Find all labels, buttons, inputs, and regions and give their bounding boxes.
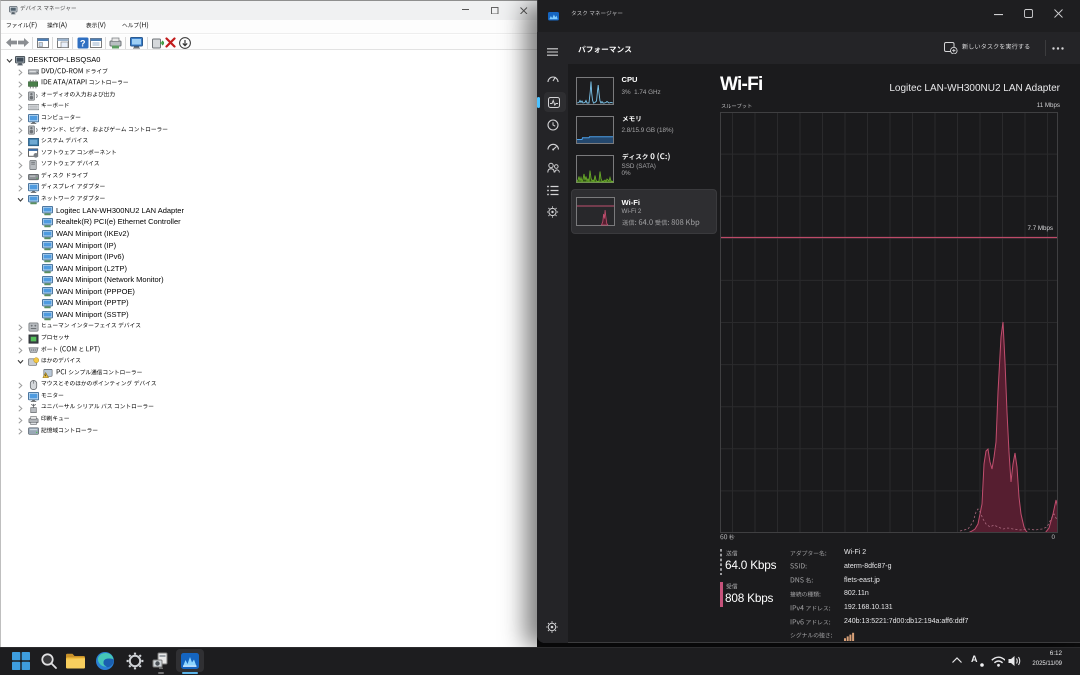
svg-text:?: ? bbox=[80, 38, 86, 48]
